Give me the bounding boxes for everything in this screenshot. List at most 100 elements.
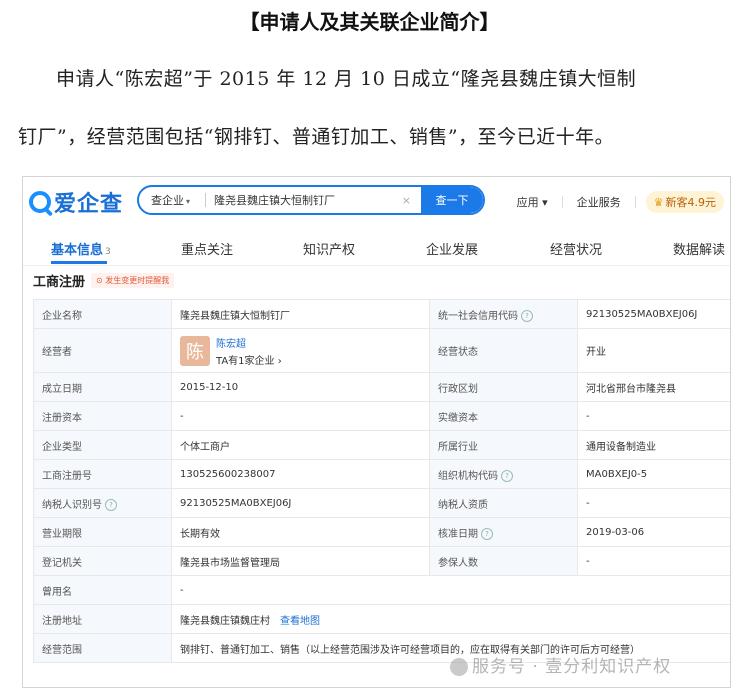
tab-count: 3: [105, 247, 111, 257]
table-row: 企业名称 隆尧县魏庄镇大恒制钉厂 统一社会信用代码? 92130525MA0BX…: [33, 299, 730, 329]
label-former-name: 曾用名: [33, 575, 172, 605]
label-scope: 经营范围: [33, 633, 172, 663]
top-bar: 爱企查 查企业▾ × 查一下 应用 ▾ 企业服务 ♛新客4.9元: [23, 177, 730, 227]
label-reg-no: 工商注册号: [33, 459, 172, 489]
crown-icon: ♛: [653, 196, 664, 209]
logo-text: 爱企查: [54, 192, 124, 217]
value-former-name: -: [171, 575, 730, 605]
table-row: 企业类型 个体工商户 所属行业 通用设备制造业: [33, 430, 730, 460]
search-button[interactable]: 查一下: [421, 187, 483, 213]
label-type: 企业类型: [33, 430, 172, 460]
clear-icon[interactable]: ×: [402, 194, 411, 207]
registration-table: 企业名称 隆尧县魏庄镇大恒制钉厂 统一社会信用代码? 92130525MA0BX…: [33, 299, 730, 663]
nav-divider: [634, 196, 636, 208]
value-region: 河北省邢台市隆尧县: [577, 372, 730, 402]
tab-ip[interactable]: 知识产权: [303, 239, 355, 258]
table-row: 成立日期 2015-12-10 行政区划 河北省邢台市隆尧县: [33, 372, 730, 402]
help-icon[interactable]: ?: [501, 469, 513, 482]
operator-companies-link[interactable]: TA有1家企业 ›: [216, 352, 282, 367]
value-reg-no: 130525600238007: [171, 459, 430, 489]
nav-apps[interactable]: 应用 ▾: [517, 194, 548, 210]
wechat-icon: [450, 658, 468, 676]
logo[interactable]: 爱企查: [29, 187, 123, 217]
watermark-text: 服务号 · 壹分利知识产权: [472, 657, 672, 677]
table-row: 营业期限 长期有效 核准日期? 2019-03-06: [33, 517, 730, 547]
label-approved: 核准日期?: [429, 517, 578, 547]
label-capital: 注册资本: [33, 401, 172, 431]
nav-divider: [561, 196, 563, 208]
label-taxpayer-id: 纳税人识别号?: [33, 488, 172, 518]
label-operator: 经营者: [33, 328, 172, 373]
label-credit-code: 统一社会信用代码?: [429, 299, 578, 329]
org-code-label-text: 组织机构代码: [438, 470, 498, 482]
section-title: 工商注册: [33, 275, 86, 290]
change-alert-label: 发生变更时提醒我: [105, 276, 170, 285]
value-taxpayer-quality: -: [577, 488, 730, 518]
tab-operations[interactable]: 经营状况: [550, 239, 602, 258]
top-nav: 应用 ▾ 企业服务 ♛ 新客4.9元: [503, 191, 724, 213]
table-row: 经营者 陈 陈宏超 TA有1家企业 › 经营状态 开业: [33, 328, 730, 373]
label-paid-capital: 实缴资本: [429, 401, 578, 431]
value-company-name: 隆尧县魏庄镇大恒制钉厂: [171, 299, 430, 329]
view-map-link[interactable]: 查看地图: [280, 616, 320, 627]
change-alert-button[interactable]: ⊙ 发生变更时提醒我: [91, 273, 175, 288]
value-operator: 陈 陈宏超 TA有1家企业 ›: [171, 328, 430, 373]
table-row: 注册资本 - 实缴资本 -: [33, 401, 730, 431]
value-paid-capital: -: [577, 401, 730, 431]
caret-down-icon: ▾: [186, 197, 191, 206]
watermark: 服务号 · 壹分利知识产权: [450, 652, 671, 677]
value-status: 开业: [577, 328, 730, 373]
avatar: 陈: [180, 335, 210, 366]
tab-key-focus[interactable]: 重点关注: [181, 239, 233, 258]
value-industry: 通用设备制造业: [577, 430, 730, 460]
caret-down-icon: ▾: [542, 196, 548, 209]
tab-basic-info[interactable]: 基本信息 3: [51, 239, 111, 258]
promo-label: 新客4.9元: [665, 196, 717, 209]
paragraph-line-1: 申请人“陈宏超”于 2015 年 12 月 10 日成立“隆尧县魏庄镇大恒制: [56, 68, 637, 90]
label-status: 经营状态: [429, 328, 578, 373]
operator-info: 陈宏超 TA有1家企业 ›: [216, 335, 282, 367]
operator-name-link[interactable]: 陈宏超: [216, 335, 282, 350]
label-insured: 参保人数: [429, 546, 578, 576]
tab-development[interactable]: 企业发展: [426, 239, 478, 258]
label-term: 营业期限: [33, 517, 172, 547]
operator-block: 陈 陈宏超 TA有1家企业 ›: [180, 335, 421, 367]
label-authority: 登记机关: [33, 546, 172, 576]
label-founded: 成立日期: [33, 372, 172, 402]
nav-services[interactable]: 企业服务: [577, 194, 621, 210]
document-paragraph: 申请人“陈宏超”于 2015 年 12 月 10 日成立“隆尧县魏庄镇大恒制 钉…: [18, 50, 730, 166]
label-taxpayer-quality: 纳税人资质: [429, 488, 578, 518]
label-region: 行政区划: [429, 372, 578, 402]
magnifier-logo-icon: [29, 191, 51, 213]
value-founded: 2015-12-10: [171, 372, 430, 402]
label-company-name: 企业名称: [33, 299, 172, 329]
label-org-code: 组织机构代码?: [429, 459, 578, 489]
help-icon[interactable]: ?: [521, 309, 533, 322]
value-authority: 隆尧县市场监督管理局: [171, 546, 430, 576]
embedded-screenshot: 爱企查 查企业▾ × 查一下 应用 ▾ 企业服务 ♛新客4.9元 基本信息3 重…: [22, 176, 731, 688]
tab-data-analysis[interactable]: 数据解读: [673, 239, 725, 258]
search-input[interactable]: [214, 193, 402, 207]
promo-badge[interactable]: ♛ 新客4.9元: [645, 191, 724, 213]
address-text: 隆尧县魏庄镇魏庄村: [180, 615, 270, 627]
value-capital: -: [171, 401, 430, 431]
value-address: 隆尧县魏庄镇魏庄村 查看地图: [171, 604, 730, 634]
search-type-select[interactable]: 查企业 ▾: [139, 192, 199, 208]
value-type: 个体工商户: [171, 430, 430, 460]
tab-bar: 基本信息 3 重点关注 知识产权 企业发展 经营状况 数据解读: [23, 235, 730, 266]
active-tab-indicator: [51, 261, 107, 264]
credit-code-label-text: 统一社会信用代码: [438, 310, 518, 322]
value-approved: 2019-03-06: [577, 517, 730, 547]
value-credit-code: 92130525MA0BXEJ06J: [577, 299, 730, 329]
search-separator: [205, 193, 206, 207]
value-org-code: MA0BXEJ0-5: [577, 459, 730, 489]
label-industry: 所属行业: [429, 430, 578, 460]
help-icon[interactable]: ?: [481, 527, 493, 540]
table-row: 登记机关 隆尧县市场监督管理局 参保人数 -: [33, 546, 730, 576]
taxpayer-id-label-text: 纳税人识别号: [42, 499, 102, 511]
table-row: 工商注册号 130525600238007 组织机构代码? MA0BXEJ0-5: [33, 459, 730, 489]
help-icon[interactable]: ?: [105, 498, 117, 511]
approved-label-text: 核准日期: [438, 528, 478, 540]
value-term: 长期有效: [171, 517, 430, 547]
search-type-label: 查企业: [151, 194, 184, 207]
